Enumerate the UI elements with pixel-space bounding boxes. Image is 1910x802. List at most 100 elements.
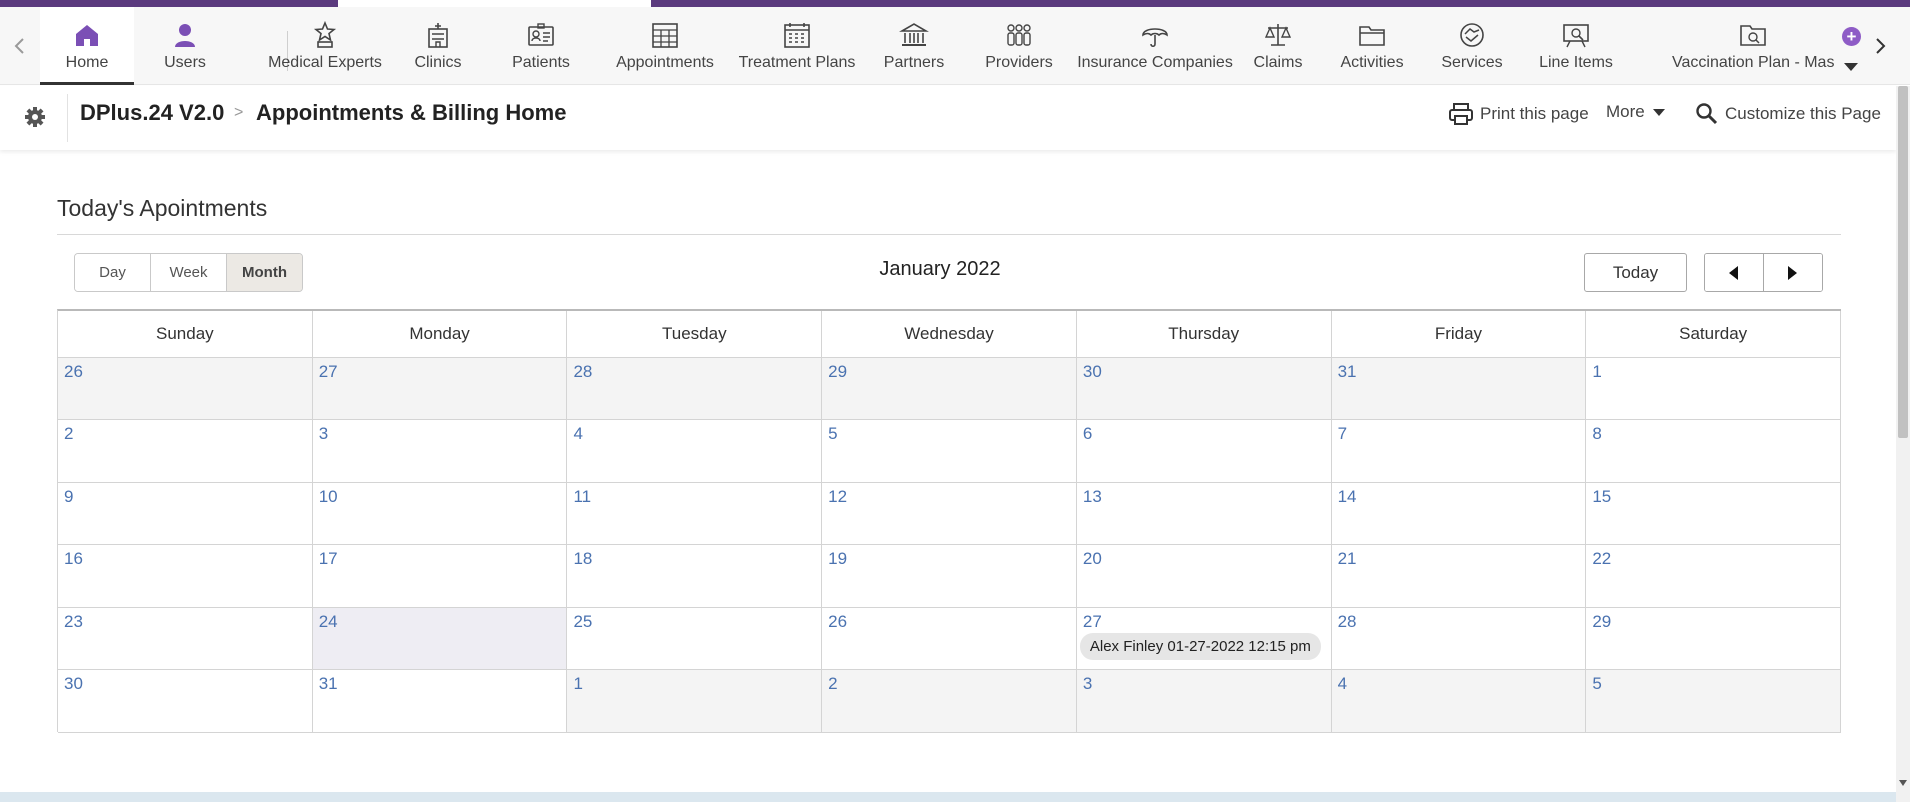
- week-view-button[interactable]: Week: [151, 254, 227, 291]
- day-cell[interactable]: 5: [1586, 670, 1842, 733]
- day-cell[interactable]: 17: [312, 545, 568, 608]
- day-cell[interactable]: 11: [567, 482, 823, 545]
- day-number-link[interactable]: 4: [573, 424, 582, 444]
- day-number-link[interactable]: 17: [319, 549, 338, 569]
- scrollbar-thumb[interactable]: [1898, 86, 1908, 438]
- day-cell[interactable]: 14: [1331, 482, 1587, 545]
- day-cell[interactable]: 15: [1586, 482, 1842, 545]
- day-cell[interactable]: 30: [58, 670, 313, 733]
- print-page-button[interactable]: Print this page: [1448, 102, 1589, 126]
- day-cell[interactable]: 8: [1586, 420, 1842, 483]
- day-cell[interactable]: 31: [312, 670, 568, 733]
- nav-item-medical-experts[interactable]: Medical Experts: [263, 7, 387, 85]
- nav-scroll-right-button[interactable]: [1864, 7, 1898, 85]
- nav-item-insurance-companies[interactable]: Insurance Companies: [1077, 7, 1233, 85]
- nav-item-activities[interactable]: Activities: [1330, 7, 1414, 85]
- day-cell[interactable]: 3: [1076, 670, 1332, 733]
- day-cell[interactable]: 12: [822, 482, 1077, 545]
- day-cell[interactable]: 25: [567, 607, 823, 670]
- day-cell[interactable]: 22: [1586, 545, 1842, 608]
- day-number-link[interactable]: 6: [1083, 424, 1092, 444]
- more-menu-button[interactable]: More: [1606, 102, 1665, 122]
- day-number-link[interactable]: 1: [573, 674, 582, 694]
- day-cell[interactable]: 27: [312, 358, 568, 420]
- day-cell[interactable]: 7: [1331, 420, 1587, 483]
- nav-item-providers[interactable]: Providers: [978, 7, 1060, 85]
- nav-item-treatment-plans[interactable]: Treatment Plans: [737, 7, 857, 85]
- day-number-link[interactable]: 26: [64, 362, 83, 382]
- day-number-link[interactable]: 9: [64, 487, 73, 507]
- month-view-button[interactable]: Month: [227, 254, 302, 291]
- gear-icon[interactable]: [22, 104, 48, 130]
- day-number-link[interactable]: 10: [319, 487, 338, 507]
- day-number-link[interactable]: 4: [1338, 674, 1347, 694]
- day-cell[interactable]: 27 Alex Finley 01-27-2022 12:15 pm: [1076, 607, 1332, 670]
- nav-item-services[interactable]: Services: [1440, 7, 1504, 85]
- day-number-link[interactable]: 3: [319, 424, 328, 444]
- day-cell[interactable]: 28: [567, 358, 823, 420]
- nav-item-home[interactable]: Home: [40, 7, 134, 85]
- day-number-link[interactable]: 5: [1592, 674, 1601, 694]
- day-number-link[interactable]: 24: [319, 612, 338, 632]
- day-number-link[interactable]: 29: [1592, 612, 1611, 632]
- day-number-link[interactable]: 30: [1083, 362, 1102, 382]
- day-cell[interactable]: 29: [1586, 607, 1842, 670]
- appointment-event[interactable]: Alex Finley 01-27-2022 12:15 pm: [1079, 632, 1321, 660]
- nav-item-partners[interactable]: Partners: [878, 7, 950, 85]
- day-cell[interactable]: 9: [58, 482, 313, 545]
- vertical-scrollbar[interactable]: [1896, 86, 1910, 802]
- day-cell[interactable]: 30: [1076, 358, 1332, 420]
- nav-item-claims[interactable]: Claims: [1250, 7, 1306, 85]
- day-cell[interactable]: 19: [822, 545, 1077, 608]
- nav-item-clinics[interactable]: Clinics: [402, 7, 474, 85]
- day-number-link[interactable]: 7: [1338, 424, 1347, 444]
- day-cell[interactable]: 26: [58, 358, 313, 420]
- day-number-link[interactable]: 5: [828, 424, 837, 444]
- day-cell[interactable]: 21: [1331, 545, 1587, 608]
- day-number-link[interactable]: 30: [64, 674, 83, 694]
- day-cell[interactable]: 31: [1331, 358, 1587, 420]
- nav-item-vaccination-plan[interactable]: Vaccination Plan - Mast: [1672, 7, 1834, 85]
- nav-item-line-items[interactable]: Line Items: [1536, 7, 1616, 85]
- day-cell[interactable]: 28: [1331, 607, 1587, 670]
- day-cell[interactable]: 20: [1076, 545, 1332, 608]
- day-number-link[interactable]: 29: [828, 362, 847, 382]
- day-view-button[interactable]: Day: [75, 254, 151, 291]
- day-cell[interactable]: 29: [822, 358, 1077, 420]
- day-cell[interactable]: 2: [822, 670, 1077, 733]
- nav-item-appointments[interactable]: Appointments: [610, 7, 720, 85]
- day-number-link[interactable]: 2: [64, 424, 73, 444]
- add-tab-icon[interactable]: +: [1842, 27, 1861, 46]
- day-number-link[interactable]: 1: [1592, 362, 1601, 382]
- day-number-link[interactable]: 8: [1592, 424, 1601, 444]
- day-number-link[interactable]: 31: [1338, 362, 1357, 382]
- customize-page-button[interactable]: Customize this Page: [1695, 102, 1881, 126]
- day-cell[interactable]: 23: [58, 607, 313, 670]
- day-number-link[interactable]: 25: [573, 612, 592, 632]
- day-cell[interactable]: 10: [312, 482, 568, 545]
- nav-scroll-left-button[interactable]: [2, 7, 36, 85]
- day-number-link[interactable]: 2: [828, 674, 837, 694]
- day-number-link[interactable]: 28: [573, 362, 592, 382]
- day-number-link[interactable]: 23: [64, 612, 83, 632]
- day-number-link[interactable]: 31: [319, 674, 338, 694]
- day-cell[interactable]: 1: [1586, 358, 1842, 420]
- day-cell[interactable]: 13: [1076, 482, 1332, 545]
- day-number-link[interactable]: 26: [828, 612, 847, 632]
- today-button[interactable]: Today: [1584, 253, 1687, 292]
- day-number-link[interactable]: 11: [573, 487, 591, 507]
- day-number-link[interactable]: 21: [1338, 549, 1357, 569]
- day-number-link[interactable]: 16: [64, 549, 83, 569]
- day-number-link[interactable]: 18: [573, 549, 592, 569]
- day-cell[interactable]: 4: [1331, 670, 1587, 733]
- day-number-link[interactable]: 3: [1083, 674, 1092, 694]
- more-tabs-icon[interactable]: [1844, 63, 1858, 71]
- previous-month-button[interactable]: [1705, 254, 1764, 291]
- day-cell[interactable]: 1: [567, 670, 823, 733]
- day-number-link[interactable]: 27: [1083, 612, 1102, 632]
- day-number-link[interactable]: 13: [1083, 487, 1102, 507]
- day-number-link[interactable]: 15: [1592, 487, 1611, 507]
- next-month-button[interactable]: [1763, 254, 1822, 291]
- day-cell[interactable]: 18: [567, 545, 823, 608]
- day-cell[interactable]: 5: [822, 420, 1077, 483]
